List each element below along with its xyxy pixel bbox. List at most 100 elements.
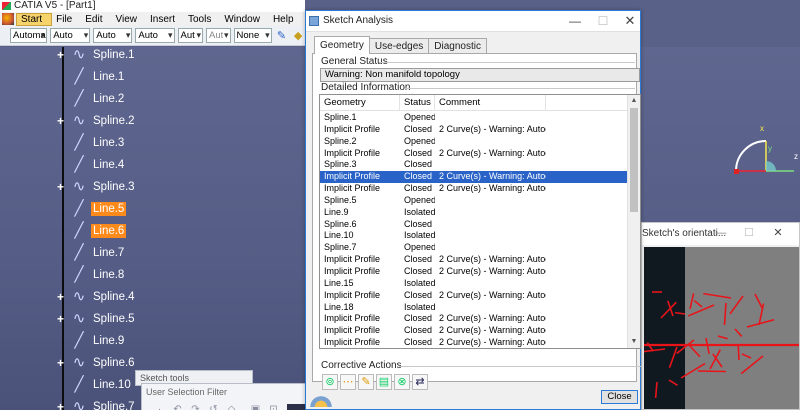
filter-surface-icon[interactable]: ↷ <box>188 402 203 410</box>
mark-geometry-icon[interactable]: ⊗ <box>394 374 410 390</box>
swap-icon[interactable]: ⇄ <box>412 374 428 390</box>
tree-item[interactable]: ╱ Line.3 <box>55 132 126 154</box>
close-button[interactable]: Close <box>601 390 638 404</box>
menu-view[interactable]: View <box>111 14 146 25</box>
expand-icon[interactable]: + <box>55 401 66 410</box>
table-row[interactable]: Implicit Profile Closed 2 Curve(s) - Warni… <box>320 254 629 266</box>
tree-item-label[interactable]: Line.10 <box>91 378 133 392</box>
table-row[interactable]: Spline.2 Opened <box>320 136 629 148</box>
orientation-close-icon[interactable]: ✕ <box>772 227 784 239</box>
geometry-list-scrollbar[interactable]: ▲ ▼ <box>627 95 640 348</box>
tree-item[interactable]: ╱ Line.2 <box>55 88 126 110</box>
expand-icon[interactable]: + <box>55 357 66 369</box>
table-row[interactable]: Spline.6 Closed <box>320 219 629 231</box>
tree-item[interactable]: ╱ Line.1 <box>55 66 126 88</box>
user-selection-filter-toolbar[interactable]: User Selection Filter · ↶ ↷ ↺ ◇ ▣ ⊡ ⚙ <box>141 383 306 410</box>
tree-item-label[interactable]: Line.2 <box>91 92 126 106</box>
filter-point-icon[interactable]: · <box>152 402 167 410</box>
tab-geometry[interactable]: Geometry <box>314 36 370 54</box>
menu-insert[interactable]: Insert <box>146 14 184 25</box>
expand-icon[interactable]: + <box>55 49 66 61</box>
table-row[interactable]: Line.18 Isolated <box>320 302 629 314</box>
construction-icon[interactable]: ⋯ <box>340 374 356 390</box>
table-row[interactable]: Implicit Profile Closed 2 Curve(s) - Warni… <box>320 124 629 136</box>
filter-trap-icon[interactable]: ⊡ <box>266 402 281 410</box>
column-geometry[interactable]: Geometry <box>320 95 400 110</box>
toolbar-overflow-icon[interactable]: ▦ <box>287 404 305 410</box>
layer-combo[interactable]: None <box>233 28 272 43</box>
painter-icon[interactable]: ✎ <box>275 29 289 43</box>
menu-tools[interactable]: Tools <box>184 14 220 25</box>
table-row[interactable]: Spline.5 Opened <box>320 195 629 207</box>
tree-item-label[interactable]: Line.3 <box>91 136 126 150</box>
table-row[interactable]: Implicit Profile Closed 2 Curve(s) - Warni… <box>320 148 629 160</box>
tree-item-label[interactable]: Spline.6 <box>91 356 137 370</box>
tree-item[interactable]: + ∿ Spline.5 <box>55 308 137 330</box>
table-row[interactable]: Implicit Profile Closed 2 Curve(s) - Warni… <box>320 183 629 195</box>
filter-curve-icon[interactable]: ↶ <box>170 402 185 410</box>
table-row[interactable]: Line.15 Isolated <box>320 278 629 290</box>
tree-item[interactable]: ╱ Line.8 <box>55 264 126 286</box>
tree-item-label[interactable]: Spline.4 <box>91 290 137 304</box>
tree-item[interactable]: + ∿ Spline.1 <box>55 44 137 66</box>
filter-feature-icon[interactable]: ◇ <box>224 402 239 410</box>
transparency-combo[interactable]: Auto <box>50 28 91 43</box>
show-hide-icon[interactable]: ▤ <box>376 374 392 390</box>
isolate-icon[interactable]: ⊚ <box>322 374 338 390</box>
scroll-up-icon[interactable]: ▲ <box>628 95 640 107</box>
menu-start[interactable]: Start <box>16 12 53 26</box>
table-row[interactable]: Implicit Profile Closed 2 Curve(s) - Warni… <box>320 325 629 337</box>
table-row[interactable]: Spline.1 Opened <box>320 112 629 124</box>
tab-use-edges[interactable]: Use-edges <box>368 38 430 54</box>
dialog-close-icon[interactable]: ✕ <box>623 14 637 28</box>
menu-window[interactable]: Window <box>220 14 269 25</box>
orientation-maximize-icon[interactable]: ☐ <box>743 227 755 239</box>
tree-item[interactable]: ╱ Line.7 <box>55 242 126 264</box>
tree-item[interactable]: + ∿ Spline.2 <box>55 110 137 132</box>
tree-item[interactable]: + ∿ Spline.3 <box>55 176 137 198</box>
table-row[interactable]: Implicit Profile Closed 2 Curve(s) - Warni… <box>320 266 629 278</box>
expand-icon[interactable]: + <box>55 181 66 193</box>
table-row[interactable]: Implicit Profile Closed 2 Curve(s) - Warni… <box>320 171 629 184</box>
rendering-combo[interactable]: Aut <box>206 28 231 43</box>
table-row[interactable]: Line.9 Isolated <box>320 207 629 219</box>
line-thickness-combo[interactable]: Auto <box>93 28 133 43</box>
tree-item[interactable]: + ∿ Spline.6 <box>55 352 137 374</box>
line-type-combo[interactable]: Auto <box>135 28 175 43</box>
point-type-combo[interactable]: Aut <box>177 28 204 43</box>
tree-item-label[interactable]: Line.7 <box>91 246 126 260</box>
tree-item-label[interactable]: Line.5 <box>91 202 127 216</box>
tree-item-label[interactable]: Spline.7 <box>91 400 137 410</box>
tree-item[interactable]: + ∿ Spline.4 <box>55 286 137 308</box>
expand-icon[interactable]: + <box>55 291 66 303</box>
color-combo[interactable]: Automa <box>10 28 48 43</box>
expand-icon[interactable]: + <box>55 313 66 325</box>
orientation-titlebar[interactable]: Sketch's orientati... — ☐ ✕ <box>642 223 799 245</box>
tree-item-label[interactable]: Spline.1 <box>91 48 137 62</box>
dialog-maximize-icon[interactable]: ☐ <box>596 14 610 28</box>
table-row[interactable]: Implicit Profile Closed 2 Curve(s) - Warni… <box>320 337 629 348</box>
tree-item[interactable]: ╱ Line.9 <box>55 330 126 352</box>
geometry-list[interactable]: Geometry Status Comment Spline.1 Opened Im… <box>319 94 641 349</box>
tree-item-label[interactable]: Line.1 <box>91 70 126 84</box>
tree-item-label[interactable]: Spline.3 <box>91 180 137 194</box>
dialog-minimize-icon[interactable]: — <box>568 14 582 28</box>
erase-icon[interactable]: ✎ <box>358 374 374 390</box>
scrollbar-thumb[interactable] <box>630 108 638 212</box>
column-status[interactable]: Status <box>400 95 435 110</box>
tree-item-label[interactable]: Line.9 <box>91 334 126 348</box>
tree-item[interactable]: ╱ Line.5 <box>55 198 127 220</box>
column-comment[interactable]: Comment <box>435 95 546 110</box>
menu-file[interactable]: File <box>52 14 81 25</box>
table-row[interactable]: Spline.3 Closed <box>320 159 629 171</box>
catia-logo-icon[interactable] <box>2 13 14 25</box>
format-painter-icon[interactable]: ◆ <box>291 29 305 43</box>
orientation-minimize-icon[interactable]: — <box>715 227 727 239</box>
orientation-viewport[interactable] <box>644 247 799 409</box>
table-row[interactable]: Spline.7 Opened <box>320 242 629 254</box>
tree-item[interactable]: ╱ Line.10 <box>55 374 133 396</box>
tree-item[interactable]: ╱ Line.6 <box>55 220 127 242</box>
tree-item-label[interactable]: Spline.5 <box>91 312 137 326</box>
tree-item[interactable]: ╱ Line.4 <box>55 154 126 176</box>
compass-icon[interactable]: x y z <box>728 121 800 191</box>
